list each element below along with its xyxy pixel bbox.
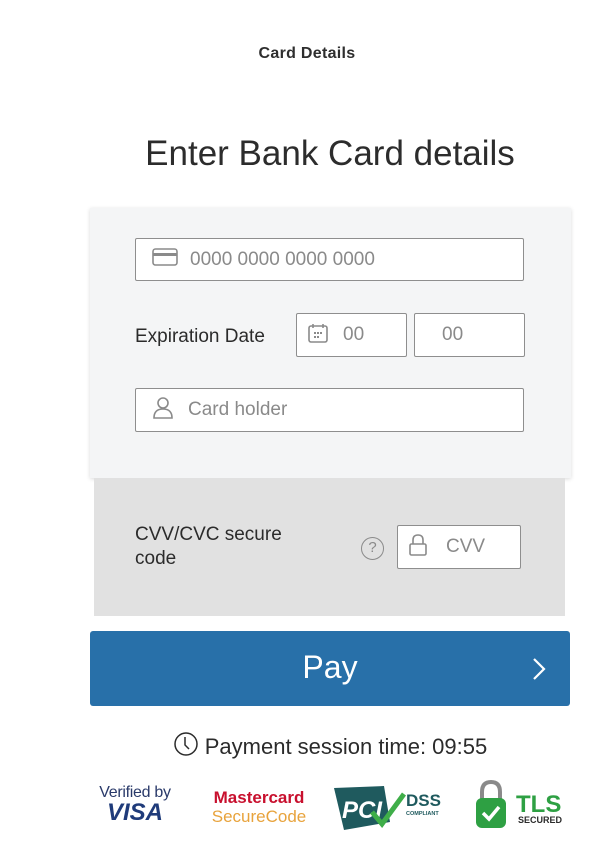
expiration-date-label: Expiration Date <box>135 326 265 347</box>
pci-dss-badge: PCI DSS COMPLIANT <box>332 782 452 837</box>
tls-secured-badge: TLS SECURED <box>474 779 574 837</box>
page-title: Enter Bank Card details <box>145 134 515 173</box>
clock-icon <box>173 731 199 763</box>
card-number-input[interactable]: 0000 0000 0000 0000 <box>135 238 524 281</box>
question-circle-icon[interactable]: ? <box>361 537 384 560</box>
mastercard-line1: Mastercard <box>213 788 305 807</box>
cvv-placeholder: CVV <box>446 536 486 557</box>
pay-button[interactable]: Pay <box>90 631 570 706</box>
cvv-panel: CVV/CVC secure code ? CVV <box>94 478 565 616</box>
page-header: Card Details <box>258 45 356 62</box>
card-number-placeholder: 0000 0000 0000 0000 <box>190 248 375 270</box>
cvv-label: CVV/CVC secure code <box>135 524 282 569</box>
security-badges: Verified by VISA Mastercard SecureCode P… <box>96 779 576 837</box>
secured-text: SECURED <box>518 815 563 825</box>
tls-secured-logo: TLS SECURED <box>476 779 563 828</box>
cvv-input[interactable]: CVV <box>397 525 521 569</box>
session-timer-label: Payment session time: 09:55 <box>204 734 488 759</box>
chevron-right-icon <box>532 657 546 684</box>
card-details-panel: 0000 0000 0000 0000 Expiration Date 00 0… <box>90 208 571 478</box>
tls-text: TLS <box>516 791 561 818</box>
verified-by-visa-badge: Verified by VISA <box>96 784 174 826</box>
card-holder-input[interactable]: Card holder <box>135 388 524 432</box>
pci-dss-text: DSS <box>406 791 441 810</box>
calendar-icon <box>307 322 329 349</box>
user-icon <box>152 396 174 425</box>
expiration-month-input[interactable]: 00 <box>296 313 407 357</box>
mastercard-line2: SecureCode <box>211 807 307 826</box>
pay-button-label: Pay <box>302 649 358 685</box>
expiration-year-input[interactable]: 00 <box>414 313 525 357</box>
credit-card-icon <box>152 247 178 272</box>
pci-dss-logo: PCI DSS COMPLIANT <box>334 786 441 830</box>
expiration-month-placeholder: 00 <box>343 324 365 345</box>
visa-line2: VISA <box>106 799 163 826</box>
pci-compliant-text: COMPLIANT <box>406 811 439 817</box>
card-holder-placeholder: Card holder <box>188 399 288 420</box>
lock-icon <box>408 533 428 562</box>
mastercard-securecode-badge: Mastercard SecureCode <box>204 788 314 826</box>
expiration-year-placeholder: 00 <box>442 324 464 345</box>
session-timer: Payment session time: 09:55 <box>0 731 614 763</box>
